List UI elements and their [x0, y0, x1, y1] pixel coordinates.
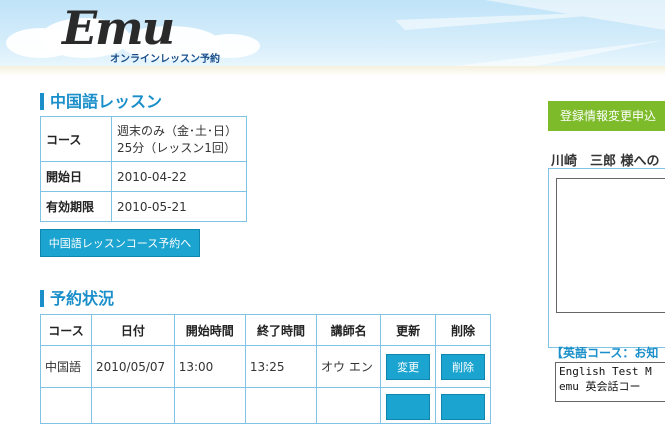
- news-line: emu 英会話コー: [559, 380, 641, 393]
- news-line: English Test M: [559, 365, 652, 378]
- column-header-start: 開始時間: [173, 314, 246, 346]
- reservation-section-title: 予約状況: [40, 290, 114, 307]
- expiry-label: 有効期限: [40, 191, 112, 222]
- course-value-line1: 週末のみ（金･土･日）: [117, 124, 238, 138]
- update-registration-button[interactable]: 登録情報変更申込: [548, 101, 665, 131]
- update-reservation-button[interactable]: 変更: [386, 353, 431, 380]
- cell-empty: [173, 387, 246, 424]
- cell-start: 13:00: [173, 345, 246, 388]
- cell-update: [380, 387, 437, 424]
- chinese-course-reserve-button[interactable]: 中国語レッスンコース予約へ: [40, 229, 200, 257]
- update-reservation-button[interactable]: [386, 394, 431, 420]
- course-info-row: 開始日 2010-04-22: [40, 161, 247, 192]
- course-info-table: コース 週末のみ（金･土･日） 25分（レッスン1回） 開始日 2010-04-…: [40, 116, 247, 222]
- site-tagline: オンラインレッスン予約: [110, 54, 220, 65]
- cell-date: 2010/05/07: [91, 345, 175, 388]
- cell-delete: [435, 387, 491, 424]
- cell-end: 13:25: [244, 345, 318, 388]
- cell-empty: [39, 387, 93, 424]
- site-header: Emu オンラインレッスン予約: [0, 0, 665, 66]
- table-row: [39, 387, 491, 424]
- column-header-date: 日付: [91, 314, 175, 346]
- cell-course: 中国語: [39, 345, 93, 388]
- delete-reservation-button[interactable]: 削除: [441, 353, 486, 380]
- course-section-title: 中国語レッスン: [40, 93, 162, 110]
- cell-empty: [244, 387, 318, 424]
- header-divider: [0, 66, 665, 76]
- reservation-table: コース 日付 開始時間 終了時間 講師名 更新 削除 中国語 2010/05/0…: [39, 314, 491, 424]
- start-date-label: 開始日: [40, 161, 112, 192]
- column-header-end: 終了時間: [244, 314, 318, 346]
- cell-update: 変更: [380, 345, 437, 388]
- cell-empty: [91, 387, 175, 424]
- course-value: 週末のみ（金･土･日） 25分（レッスン1回）: [111, 116, 247, 162]
- course-info-row: 有効期限 2010-05-21: [40, 191, 247, 222]
- table-row: 中国語 2010/05/07 13:00 13:25 オウ エン 変更 削除: [39, 345, 491, 388]
- message-textarea[interactable]: [556, 178, 665, 313]
- column-header-delete: 削除: [435, 314, 491, 346]
- user-greeting: 川崎 三郎 様への: [551, 154, 660, 169]
- start-date-value: 2010-04-22: [111, 161, 247, 192]
- course-label: コース: [40, 116, 112, 162]
- news-title: 【英語コース：お知: [551, 346, 659, 360]
- cell-teacher: オウ エン: [316, 345, 382, 388]
- course-info-row: コース 週末のみ（金･土･日） 25分（レッスン1回）: [40, 116, 247, 162]
- site-logo[interactable]: Emu: [62, 4, 175, 52]
- column-header-course: コース: [39, 314, 93, 346]
- course-value-line2: 25分（レッスン1回）: [117, 141, 236, 155]
- news-box[interactable]: English Test M emu 英会話コー: [555, 362, 665, 402]
- delete-reservation-button[interactable]: [441, 394, 486, 420]
- column-header-update: 更新: [380, 314, 437, 346]
- cell-delete: 削除: [435, 345, 491, 388]
- expiry-value: 2010-05-21: [111, 191, 247, 222]
- column-header-teacher: 講師名: [316, 314, 382, 346]
- sun-rays-decoration: [395, 0, 665, 66]
- cell-empty: [316, 387, 382, 424]
- reservation-header-row: コース 日付 開始時間 終了時間 講師名 更新 削除: [39, 314, 491, 346]
